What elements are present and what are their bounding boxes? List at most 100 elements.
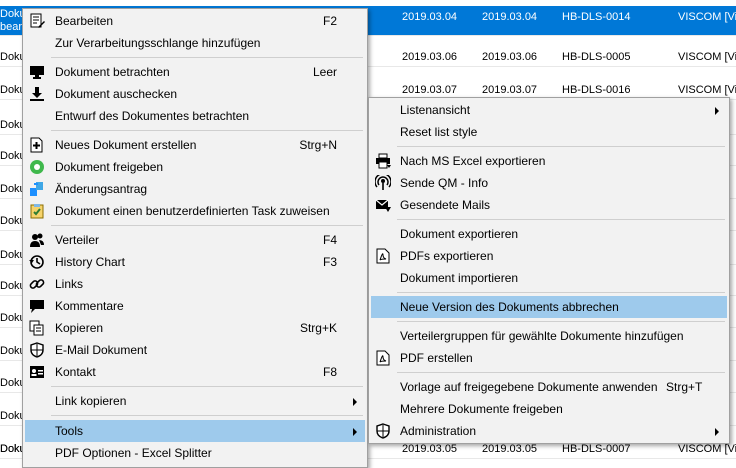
menu-item-reset-list-style[interactable]: Reset list style [371,121,727,143]
menu-item-kommentare[interactable]: Kommentare [25,295,365,317]
menu-separator [397,292,725,293]
broadcast-icon [375,175,391,191]
menu-item-dokument-freigeben[interactable]: Dokument freigeben [25,156,365,178]
users-icon [29,232,45,248]
menu-separator [51,386,363,387]
menu-item-label: PDF erstellen [400,351,473,365]
printer-export-icon [375,153,391,169]
menu-item-link-kopieren[interactable]: Link kopieren [25,390,365,412]
menu-item-history-chart[interactable]: History Chart F3 [25,251,365,273]
menu-item-label: Gesendete Mails [400,198,491,212]
cell-company: VISCOM [Vi [678,11,736,23]
menu-item-neue-version-des-dokuments-abbrechen[interactable]: Neue Version des Dokuments abbrechen [371,296,727,318]
menu-item-label: PDF Optionen - Excel Splitter [55,446,212,460]
menu-item-label: Listenansicht [400,103,471,117]
menu-item-listenansicht[interactable]: Listenansicht [371,99,727,121]
cell-modified: 2019.03.06 [482,51,538,63]
menu-item-kontakt[interactable]: Kontakt F8 [25,361,365,383]
menu-item-label: Verteiler [55,233,100,247]
cell-modified: 2019.03.04 [482,11,538,23]
menu-item-bearbeiten[interactable]: Bearbeiten F2 [25,10,365,32]
menu-item-label: E-Mail Dokument [55,343,148,357]
cell-company: VISCOM [Vi [678,51,736,63]
menu-item-label: Verteilergruppen für gewählte Dokumente … [400,329,684,343]
menu-item-shortcut: Strg+T [666,380,703,394]
release-icon [29,159,45,175]
menu-item-label: Sende QM - Info [400,176,489,190]
menu-item-shortcut: F8 [322,365,337,379]
menu-separator [51,415,363,416]
menu-item-label: Administration [400,424,477,438]
menu-item-dokument-importieren[interactable]: Dokument importieren [371,267,727,289]
menu-item-label: Neues Dokument erstellen [55,138,197,152]
menu-item-tools[interactable]: Tools [25,420,365,442]
menu-item-label: Mehrere Dokumente freigeben [400,402,563,416]
change-request-icon [29,181,45,197]
menu-item-links[interactable]: Links [25,273,365,295]
menu-item-shortcut: F3 [322,255,337,269]
cell-created: 2019.03.07 [402,84,458,96]
menu-item-zur-verarbeitungsschlange-hinzufügen[interactable]: Zur Verarbeitungsschlange hinzufügen [25,32,365,54]
menu-item-pdf-optionen-excel-splitter[interactable]: PDF Optionen - Excel Splitter [25,442,365,464]
menu-item-label: Änderungsantrag [55,182,148,196]
menu-item-label: PDFs exportieren [400,249,494,263]
menu-item-neues-dokument-erstellen[interactable]: Neues Dokument erstellen Strg+N [25,134,365,156]
menu-item-shortcut: Strg+K [299,321,337,335]
menu-item-shortcut: Leer [312,65,337,79]
cell-document-id: HB-DLS-0014 [562,11,631,23]
menu-item-kopieren[interactable]: Kopieren Strg+K [25,317,365,339]
menu-item-dokument-auschecken[interactable]: Dokument auschecken [25,83,365,105]
menu-item-dokument-exportieren[interactable]: Dokument exportieren [371,223,727,245]
menu-item-sende-qm-info[interactable]: Sende QM - Info [371,172,727,194]
menu-item-label: Links [55,277,84,291]
pdf-icon [375,248,391,264]
menu-separator [51,225,363,226]
menu-separator [397,146,725,147]
cell-modified: 2019.03.07 [482,84,538,96]
menu-item-label: Kopieren [55,321,104,335]
link-icon [29,276,45,292]
menu-item-label: Reset list style [400,125,478,139]
contact-card-icon [29,364,45,380]
menu-item-verteiler[interactable]: Verteiler F4 [25,229,365,251]
edit-list-icon [29,13,45,29]
menu-item-label: Kontakt [55,365,96,379]
menu-separator [51,57,363,58]
menu-item-dokument-betrachten[interactable]: Dokument betrachten Leer [25,61,365,83]
shield-icon [375,423,391,439]
pdf-icon [375,350,391,366]
monitor-icon [29,64,45,80]
menu-item-e-mail-dokument[interactable]: E-Mail Dokument [25,339,365,361]
download-icon [29,86,45,102]
submenu-arrow-icon [715,428,719,436]
menu-item-entwurf-des-dokumentes-betrachten[interactable]: Entwurf des Dokumentes betrachten [25,105,365,127]
task-icon [29,203,45,219]
menu-item-mehrere-dokumente-freigeben[interactable]: Mehrere Dokumente freigeben [371,398,727,420]
mail-sent-icon [375,197,391,213]
menu-item-label: Entwurf des Dokumentes betrachten [55,109,250,123]
menu-item-shortcut: F4 [322,233,337,247]
menu-item-administration[interactable]: Administration [371,420,727,442]
menu-separator [397,219,725,220]
cell-company: VISCOM [Vi [678,84,736,96]
cell-created: 2019.03.06 [402,51,458,63]
menu-item-label: Dokument auschecken [55,87,178,101]
menu-item-änderungsantrag[interactable]: Änderungsantrag [25,178,365,200]
menu-separator [51,130,363,131]
shield-icon [29,342,45,358]
menu-item-label: Link kopieren [55,394,127,408]
menu-item-pdf-erstellen[interactable]: PDF erstellen [371,347,727,369]
menu-item-gesendete-mails[interactable]: Gesendete Mails [371,194,727,216]
menu-item-pdfs-exportieren[interactable]: PDFs exportieren [371,245,727,267]
submenu-arrow-icon [353,398,357,406]
menu-item-verteilergruppen-für-gewählte-dokumente-hinzufügen[interactable]: Verteilergruppen für gewählte Dokumente … [371,325,727,347]
submenu-arrow-icon [353,428,357,436]
menu-item-vorlage-auf-freigegebene-dokumente-anwenden[interactable]: Vorlage auf freigegebene Dokumente anwen… [371,376,727,398]
comment-icon [29,298,45,314]
history-icon [29,254,45,270]
menu-item-shortcut: F2 [322,14,337,28]
cell-document-id: HB-DLS-0016 [562,84,631,96]
menu-item-nach-ms-excel-exportieren[interactable]: Nach MS Excel exportieren [371,150,727,172]
menu-item-shortcut: Strg+N [299,138,337,152]
menu-item-dokument-einen-benutzerdefinierten-task-zuweisen[interactable]: Dokument einen benutzerdefinierten Task … [25,200,365,222]
